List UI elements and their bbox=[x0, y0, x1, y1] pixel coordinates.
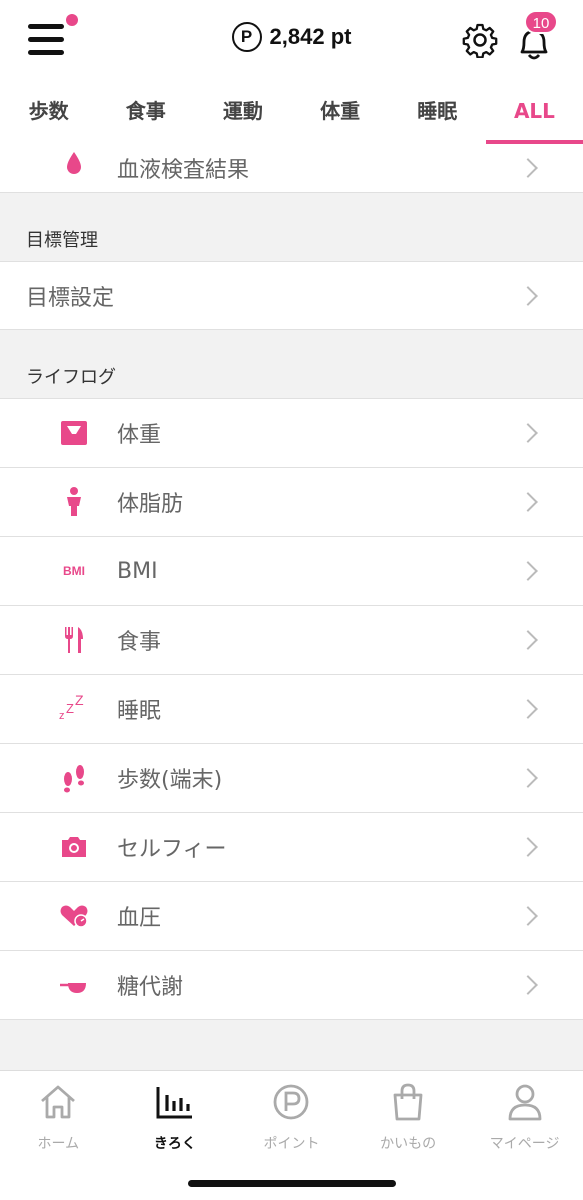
chevron-right-icon bbox=[518, 158, 538, 178]
user-icon bbox=[508, 1084, 542, 1121]
svg-text:Z: Z bbox=[75, 692, 84, 708]
tab-steps[interactable]: 歩数 bbox=[0, 84, 97, 144]
list-item-label: 目標設定 bbox=[26, 285, 115, 311]
list-item-bmi[interactable]: BMI BMI bbox=[0, 537, 583, 606]
gear-icon[interactable] bbox=[462, 22, 498, 58]
list-item-label: 糖代謝 bbox=[117, 975, 184, 1000]
list-item-label: セルフィー bbox=[117, 837, 227, 862]
camera-icon bbox=[62, 837, 86, 857]
list-item-body-fat[interactable]: 体脂肪 bbox=[0, 468, 583, 537]
points-icon bbox=[274, 1084, 309, 1120]
nav-mypage[interactable]: マイページ bbox=[466, 1071, 583, 1200]
list-item-steps-device[interactable]: 歩数(端末) bbox=[0, 744, 583, 813]
chevron-right-icon bbox=[518, 630, 538, 650]
tab-all[interactable]: ALL bbox=[485, 84, 583, 144]
nav-label: ホーム bbox=[37, 1136, 80, 1152]
home-icon bbox=[41, 1085, 76, 1119]
list-item-label: 体脂肪 bbox=[117, 492, 184, 517]
app-header: P 2,842 pt 10 bbox=[0, 0, 583, 84]
chevron-right-icon bbox=[518, 492, 538, 512]
lifelog-list: 体重 体脂肪 BMI BMI 食事 z Z Z 睡眠 歩数(端末) セルフィー … bbox=[0, 398, 583, 1020]
footprints-icon bbox=[64, 765, 84, 793]
chevron-right-icon bbox=[518, 906, 538, 926]
chevron-right-icon bbox=[518, 837, 538, 857]
list-item-label: 睡眠 bbox=[117, 699, 162, 724]
svg-text:Z: Z bbox=[66, 701, 74, 716]
heart-gauge-icon bbox=[60, 905, 88, 928]
body-fat-icon bbox=[67, 487, 81, 516]
svg-text:z: z bbox=[59, 710, 65, 722]
notification-badge: 10 bbox=[524, 10, 558, 34]
chevron-right-icon bbox=[518, 768, 538, 788]
glucose-icon bbox=[60, 983, 86, 993]
nav-label: きろく bbox=[153, 1136, 196, 1152]
list-item-label: 血圧 bbox=[117, 906, 162, 931]
list-item-glucose[interactable]: 糖代謝 bbox=[0, 951, 583, 1020]
category-tabs: 歩数 食事 運動 体重 睡眠 ALL bbox=[0, 84, 583, 144]
blood-drop-icon bbox=[67, 152, 81, 174]
chevron-right-icon bbox=[518, 423, 538, 443]
chevron-right-icon bbox=[518, 285, 538, 306]
section-title-goal: 目標管理 bbox=[0, 230, 583, 251]
chevron-right-icon bbox=[518, 561, 538, 581]
chart-bars-icon bbox=[156, 1087, 192, 1119]
list-item-label: 体重 bbox=[117, 423, 162, 448]
tab-meal[interactable]: 食事 bbox=[97, 84, 194, 144]
points-icon: P bbox=[231, 22, 262, 52]
points-value: 2,842 pt bbox=[269, 24, 352, 49]
list-item-selfie[interactable]: セルフィー bbox=[0, 813, 583, 882]
record-list: 血液検査結果 目標管理 目標設定 ライフログ 体重 体脂肪 BMI BMI 食事… bbox=[0, 144, 583, 1070]
scale-icon bbox=[61, 421, 87, 445]
home-indicator bbox=[188, 1180, 396, 1187]
nav-label: マイページ bbox=[489, 1136, 560, 1152]
section-title-lifelog: ライフログ bbox=[0, 367, 583, 388]
shopping-bag-icon bbox=[393, 1083, 423, 1121]
list-item-goal-setting[interactable]: 目標設定 bbox=[0, 261, 583, 330]
list-item-meal[interactable]: 食事 bbox=[0, 606, 583, 675]
nav-label: ポイント bbox=[263, 1136, 320, 1152]
nav-home[interactable]: ホーム bbox=[0, 1071, 117, 1200]
list-item-sleep[interactable]: z Z Z 睡眠 bbox=[0, 675, 583, 744]
tab-weight[interactable]: 体重 bbox=[292, 84, 389, 144]
list-item-blood-test[interactable]: 血液検査結果 bbox=[0, 144, 583, 193]
list-item-weight[interactable]: 体重 bbox=[0, 399, 583, 468]
tab-sleep[interactable]: 睡眠 bbox=[389, 84, 486, 144]
nav-label: かいもの bbox=[380, 1136, 437, 1152]
list-item-label: 食事 bbox=[117, 630, 162, 655]
tab-exercise[interactable]: 運動 bbox=[194, 84, 291, 144]
bmi-icon: BMI bbox=[63, 564, 85, 578]
list-item-label: 血液検査結果 bbox=[117, 158, 250, 183]
sleep-zzz-icon: z Z Z bbox=[59, 692, 84, 722]
chevron-right-icon bbox=[518, 975, 538, 995]
list-item-label: BMI bbox=[117, 558, 158, 584]
chevron-right-icon bbox=[518, 699, 538, 719]
fork-knife-icon bbox=[65, 627, 83, 653]
list-item-label: 歩数(端末) bbox=[117, 768, 223, 793]
list-item-blood-pressure[interactable]: 血圧 bbox=[0, 882, 583, 951]
